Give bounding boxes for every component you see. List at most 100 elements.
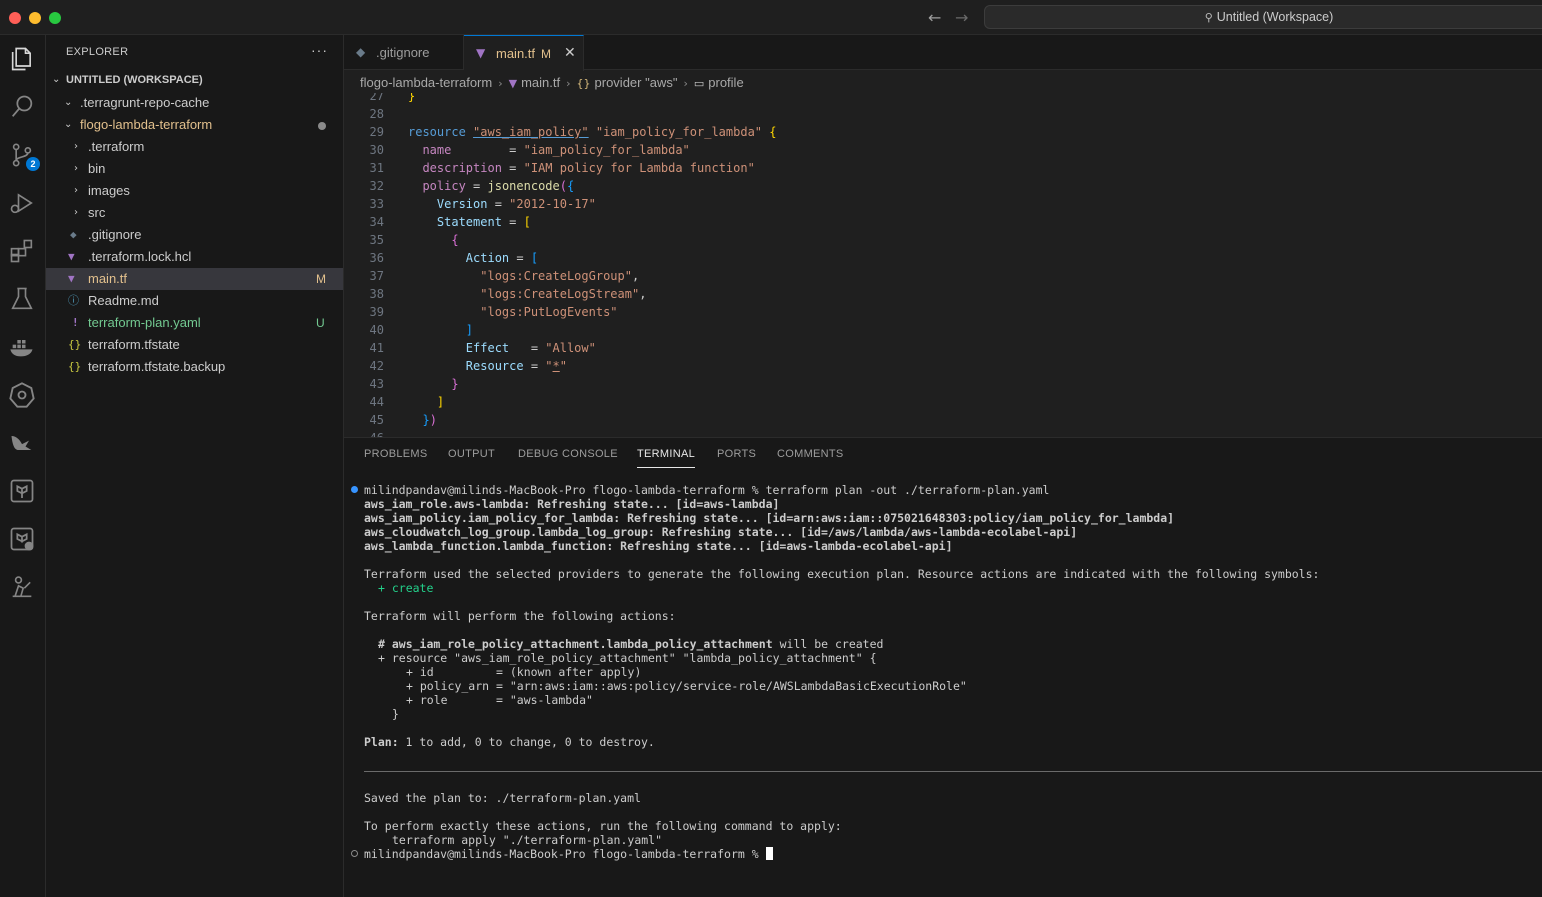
run-debug-icon[interactable] xyxy=(8,189,38,219)
editor-tabs: ◆ .gitignore ▼ main.tf M ✕ xyxy=(344,35,1542,71)
tree-item-tfstate-backup[interactable]: {} terraform.tfstate.backup xyxy=(46,356,343,378)
tree-item-terraform-folder[interactable]: › .terraform xyxy=(46,136,343,158)
remote-icon[interactable] xyxy=(8,573,38,603)
tree-item-readme[interactable]: ⓘ Readme.md xyxy=(46,290,343,312)
explorer-icon[interactable] xyxy=(8,45,38,75)
tab-problems[interactable]: PROBLEMS xyxy=(364,448,428,468)
kubernetes-icon[interactable] xyxy=(8,381,38,411)
line-number: 40 xyxy=(369,323,384,337)
breadcrumb-folder[interactable]: flogo-lambda-terraform xyxy=(360,75,492,90)
arrow-right-icon[interactable]: → xyxy=(955,8,968,27)
tree-item-flogo-lambda-terraform[interactable]: ⌄ flogo-lambda-terraform xyxy=(46,114,343,136)
tree-item-tfstate[interactable]: {} terraform.tfstate xyxy=(46,334,343,356)
tree-item-main-tf[interactable]: ▼ main.tf M xyxy=(46,268,343,290)
line-number: 39 xyxy=(369,305,384,319)
close-window-button[interactable] xyxy=(9,12,21,24)
line-number: 37 xyxy=(369,269,384,283)
git-file-icon: ◆ xyxy=(70,228,77,241)
terminal-line: Plan: 1 to add, 0 to change, 0 to destro… xyxy=(364,735,655,749)
tree-item-images[interactable]: › images xyxy=(46,180,343,202)
tree-item-label: terraform-plan.yaml xyxy=(88,315,201,330)
terminal[interactable]: milindpandav@milinds-MacBook-Pro flogo-l… xyxy=(344,482,1542,897)
code-line: 36 Action = [ xyxy=(344,249,1542,267)
line-number: 42 xyxy=(369,359,384,373)
line-number: 30 xyxy=(369,143,384,157)
command-center-search[interactable]: ⚲ Untitled (Workspace) xyxy=(984,5,1542,29)
breadcrumb: flogo-lambda-terraform › ▼ main.tf › {} provid… xyxy=(360,73,744,93)
bottom-panel: PROBLEMS OUTPUT DEBUG CONSOLE TERMINAL P… xyxy=(344,437,1542,897)
tab-gitignore[interactable]: ◆ .gitignore xyxy=(344,35,464,70)
tab-output[interactable]: OUTPUT xyxy=(448,448,495,468)
line-number: 33 xyxy=(369,197,384,211)
tree-item-label: .gitignore xyxy=(88,227,142,242)
tree-item-label: main.tf xyxy=(88,271,128,286)
tree-item-label: .terragrunt-repo-cache xyxy=(80,95,210,110)
tab-main-tf[interactable]: ▼ main.tf M ✕ xyxy=(464,35,584,71)
line-number: 34 xyxy=(369,215,384,229)
testing-icon[interactable] xyxy=(8,285,38,315)
terraform-icon[interactable] xyxy=(8,477,38,507)
tab-status: M xyxy=(541,47,552,61)
breadcrumb-file[interactable]: main.tf xyxy=(521,75,560,90)
git-status: M xyxy=(316,272,326,286)
terminal-line: terraform apply "./terraform-plan.yaml" xyxy=(392,833,663,847)
code-line: 32 policy = jsonencode({ xyxy=(344,177,1542,195)
code-line: 45 }) xyxy=(344,411,1542,429)
close-icon[interactable]: ✕ xyxy=(564,36,576,71)
chevron-down-icon: ⌄ xyxy=(64,119,73,130)
line-number: 27 xyxy=(369,93,384,103)
search-icon[interactable] xyxy=(8,93,38,123)
tree-item-gitignore[interactable]: ◆ .gitignore xyxy=(46,224,343,246)
tree-item-src[interactable]: › src xyxy=(46,202,343,224)
divider xyxy=(364,771,1542,772)
source-control-icon[interactable]: 2 xyxy=(8,141,40,171)
code-line: 31 description = "IAM policy for Lambda … xyxy=(344,159,1542,177)
tab-ports[interactable]: PORTS xyxy=(717,448,756,468)
code-line: 35 { xyxy=(344,231,1542,249)
command-pending-dot xyxy=(351,850,358,857)
tree-item-label: .terraform xyxy=(88,139,145,154)
line-number: 43 xyxy=(369,377,384,391)
tree-item-lock-hcl[interactable]: ▼ .terraform.lock.hcl xyxy=(46,246,343,268)
maximize-window-button[interactable] xyxy=(49,12,61,24)
extensions-icon[interactable] xyxy=(8,237,38,267)
breadcrumb-provider[interactable]: provider "aws" xyxy=(595,75,678,90)
terminal-line: } xyxy=(392,707,399,721)
tree-item-label: src xyxy=(88,205,106,220)
git-file-icon: ◆ xyxy=(356,45,366,59)
arrow-left-icon[interactable]: ← xyxy=(928,8,941,27)
editor-group: ◆ .gitignore ▼ main.tf M ✕ flogo-lambda-ter… xyxy=(344,35,1542,437)
workspace-header[interactable]: ⌄ UNTITLED (WORKSPACE) xyxy=(46,69,343,91)
explorer-sidebar: EXPLORER ··· ⌄ UNTITLED (WORKSPACE) ⌄ .t… xyxy=(46,35,344,897)
terminal-line: To perform exactly these actions, run th… xyxy=(364,819,842,833)
line-number: 29 xyxy=(369,125,384,139)
code-line: 43 } xyxy=(344,375,1542,393)
code-line: 44 ] xyxy=(344,393,1542,411)
property-icon: ▭ xyxy=(693,77,705,90)
tab-comments[interactable]: COMMENTS xyxy=(777,448,844,468)
terminal-line: aws_iam_role.aws-lambda: Refreshing stat… xyxy=(364,497,780,511)
chevron-down-icon: ⌄ xyxy=(64,97,73,108)
yaml-file-icon: ! xyxy=(72,316,79,329)
explorer-title: EXPLORER xyxy=(66,46,129,58)
docker-icon[interactable] xyxy=(8,333,38,363)
tab-terminal[interactable]: TERMINAL xyxy=(637,448,696,468)
tree-item-terragrunt-cache[interactable]: ⌄ .terragrunt-repo-cache xyxy=(46,92,343,114)
minimize-window-button[interactable] xyxy=(29,12,41,24)
tab-debug-console[interactable]: DEBUG CONSOLE xyxy=(518,448,618,468)
terminal-line: aws_iam_policy.iam_policy_for_lambda: Re… xyxy=(364,511,1175,525)
breadcrumb-profile[interactable]: profile xyxy=(708,75,743,90)
terminal-line: + policy_arn = "arn:aws:iam::aws:policy/… xyxy=(406,679,967,693)
terraform-cloud-icon[interactable] xyxy=(8,525,38,555)
line-number: 35 xyxy=(369,233,384,247)
tab-label: .gitignore xyxy=(376,45,430,60)
tree-item-label: bin xyxy=(88,161,106,176)
chevron-right-icon: › xyxy=(74,185,78,196)
terraform-file-icon: ▼ xyxy=(508,77,518,90)
chevron-right-icon: › xyxy=(74,207,78,218)
code-editor[interactable]: 27} 28 29 resource "aws_iam_policy" "iam_… xyxy=(344,93,1542,437)
more-actions-icon[interactable]: ··· xyxy=(311,42,328,58)
tree-item-bin[interactable]: › bin xyxy=(46,158,343,180)
flogo-icon[interactable] xyxy=(8,429,38,459)
tree-item-plan-yaml[interactable]: ! terraform-plan.yaml U xyxy=(46,312,343,334)
